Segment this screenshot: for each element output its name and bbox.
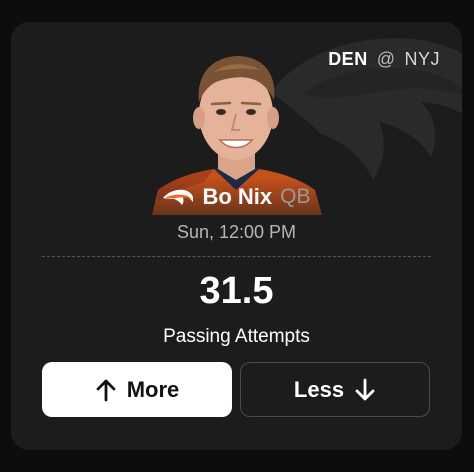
less-button-label: Less [293,376,345,402]
dashed-divider [42,256,431,257]
matchup-separator: @ [376,49,396,69]
less-button[interactable]: Less [240,362,430,417]
player-position: QB [280,184,311,208]
game-time: Sun, 12:00 PM [176,222,297,242]
home-team-abbr: DEN [328,49,368,69]
player-name-row: Bo Nix QB [144,178,329,215]
player-name: Bo Nix [202,183,273,209]
more-button-label: More [126,376,180,402]
arrow-down-icon [355,378,375,400]
arrow-up-icon [96,379,116,401]
stat-type-label: Passing Attempts [163,326,310,347]
more-button[interactable]: More [42,362,232,417]
projection-card: DEN @ NYJ Bo Nix QB Sun, 12:00 PM 31.5 P… [11,22,462,450]
matchup: DEN @ NYJ [328,49,440,70]
away-team-abbr: NYJ [404,49,440,69]
projection-line-value: 31.5 [199,270,274,312]
broncos-logo-icon [163,189,194,205]
